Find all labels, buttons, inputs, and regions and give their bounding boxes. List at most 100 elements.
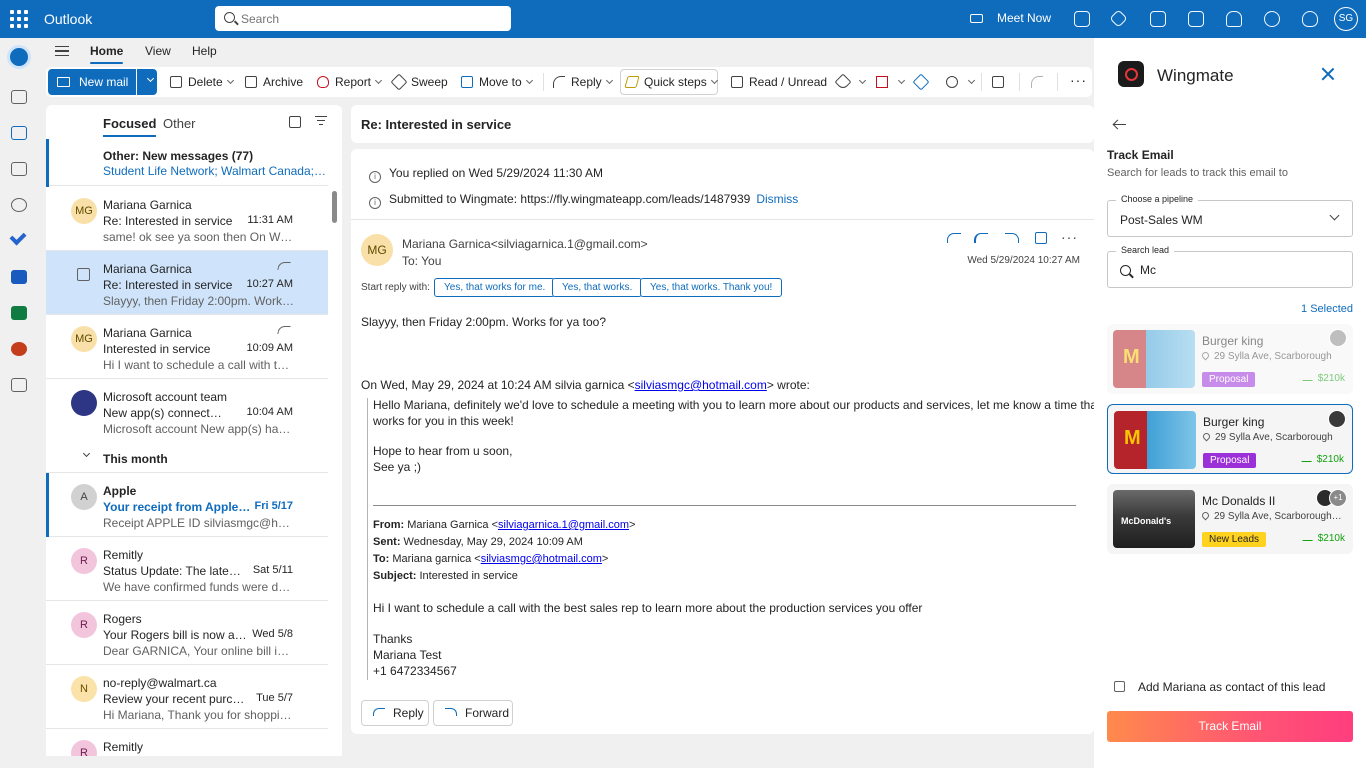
outlook-logo-icon[interactable] — [7, 45, 31, 69]
reply-button[interactable]: Reply — [361, 700, 429, 726]
avatar: MG — [71, 326, 97, 352]
new-mail-button[interactable]: New mail — [48, 69, 136, 95]
list-item[interactable]: N no-reply@walmart.ca Review your recent… — [46, 665, 328, 729]
new-mail-dropdown[interactable] — [137, 69, 157, 95]
reply-icon[interactable] — [947, 233, 961, 243]
diamond-icon[interactable] — [1109, 9, 1128, 28]
email-link[interactable]: silviasmgc@hotmail.com — [481, 553, 602, 565]
read-unread-button[interactable]: Read / Unread — [731, 75, 827, 89]
list-scrollbar[interactable] — [332, 191, 337, 223]
app-name[interactable]: Outlook — [44, 11, 92, 27]
word-app-icon[interactable] — [11, 270, 27, 284]
checkbox[interactable] — [1114, 681, 1125, 692]
archive-button[interactable]: Archive — [245, 75, 303, 89]
suggested-reply-2[interactable]: Yes, that works. — [552, 278, 643, 297]
quick-steps-label[interactable]: Quick steps — [624, 75, 718, 89]
teams-icon[interactable] — [1074, 11, 1090, 27]
suggested-reply-3[interactable]: Yes, that works. Thank you! — [640, 278, 783, 297]
reply-all-icon[interactable] — [974, 233, 988, 243]
list-item[interactable]: R Remitly — [46, 729, 328, 756]
avatar: A — [71, 484, 97, 510]
tab-other[interactable]: Other — [163, 116, 196, 131]
notes-icon[interactable] — [1188, 11, 1204, 27]
owner-avatar — [1328, 410, 1346, 428]
excel-app-icon[interactable] — [11, 306, 27, 320]
message-actions: ··· — [947, 230, 1077, 248]
move-to-button[interactable]: Move to — [461, 75, 533, 89]
email-link[interactable]: silviasmgc@hotmail.com — [635, 378, 767, 392]
report-button[interactable]: Report — [317, 75, 383, 89]
todo-check-icon[interactable] — [9, 228, 27, 246]
chevron-down-icon — [1329, 210, 1340, 221]
compose-icon[interactable] — [11, 90, 27, 104]
forward-button[interactable]: Forward — [433, 700, 513, 726]
more-options-icon[interactable]: ··· — [1061, 230, 1077, 244]
word-icon[interactable] — [1150, 11, 1166, 27]
lead-card-selected[interactable]: Burger king 29 Sylla Ave, Scarborough Pr… — [1107, 404, 1353, 474]
print-button[interactable] — [992, 75, 1010, 89]
lead-search-input[interactable] — [1140, 262, 1320, 278]
list-item[interactable]: R Rogers Your Rogers bill is now avai...… — [46, 601, 328, 665]
pin-button[interactable] — [912, 73, 933, 91]
chevron-down-icon — [967, 76, 976, 85]
email-link[interactable]: silviagarnica.1@gmail.com — [498, 519, 629, 531]
app-launcher-icon[interactable] — [10, 10, 28, 28]
list-item[interactable]: Microsoft account team New app(s) connec… — [46, 379, 328, 443]
list-item[interactable]: Mariana Garnica Re: Interested in servic… — [46, 251, 328, 315]
lead-search-field[interactable]: Search lead — [1107, 245, 1353, 288]
list-item[interactable]: R Remitly Status Update: The latest o...… — [46, 537, 328, 601]
filter-icon[interactable] — [315, 116, 327, 126]
suggested-reply-1[interactable]: Yes, that works for me. — [434, 278, 556, 297]
flag-button[interactable] — [876, 75, 906, 89]
menu-hamburger-icon[interactable] — [55, 46, 69, 56]
lead-card[interactable]: Mc Donalds II 29 Sylla Ave, Scarborough … — [1107, 484, 1353, 554]
group-header[interactable]: This month — [46, 441, 328, 473]
other-inbox-notice[interactable]: Other: New messages (77) Student Life Ne… — [46, 139, 329, 203]
replied-info: i You replied on Wed 5/29/2024 11:30 AM — [369, 166, 603, 183]
close-icon[interactable] — [1320, 66, 1336, 82]
list-item[interactable]: A Apple Your receipt from Apple / V... F… — [46, 473, 328, 537]
tab-home[interactable]: Home — [90, 44, 124, 64]
people-icon[interactable] — [11, 198, 27, 212]
snooze-button[interactable] — [946, 75, 976, 89]
broom-icon — [390, 73, 408, 91]
search-input[interactable] — [241, 10, 501, 27]
back-arrow-icon[interactable] — [1113, 120, 1127, 130]
powerpoint-app-icon[interactable] — [11, 342, 27, 356]
delete-button[interactable]: Delete — [170, 75, 234, 89]
tab-view[interactable]: View — [145, 44, 171, 58]
calendar-icon[interactable] — [11, 162, 27, 176]
pipeline-select[interactable]: Choose a pipeline Post-Sales WM — [1107, 194, 1353, 237]
sender-address[interactable]: Mariana Garnica<silviagarnica.1@gmail.co… — [402, 237, 648, 251]
add-contact-option[interactable]: Add Mariana as contact of this lead — [1114, 680, 1325, 694]
more-options-icon[interactable]: ··· — [1070, 72, 1087, 88]
trash-icon — [170, 76, 182, 88]
info-icon: i — [369, 197, 381, 209]
list-item[interactable]: MG Mariana Garnica Re: Interested in ser… — [46, 187, 328, 251]
track-email-button[interactable]: Track Email — [1107, 711, 1353, 742]
dismiss-link[interactable]: Dismiss — [756, 192, 798, 206]
forward-icon — [445, 708, 457, 716]
app-rail — [0, 38, 38, 768]
more-apps-icon[interactable] — [11, 378, 27, 392]
reply-button[interactable]: Reply — [553, 75, 613, 89]
search-box[interactable] — [215, 6, 511, 31]
list-item[interactable]: MG Mariana Garnica Interested in service… — [46, 315, 328, 379]
lead-card[interactable]: Burger king 29 Sylla Ave, Scarborough Pr… — [1107, 324, 1353, 394]
undo-button[interactable] — [1031, 75, 1049, 89]
tab-help[interactable]: Help — [192, 44, 217, 58]
sweep-button[interactable]: Sweep — [390, 73, 448, 91]
tab-focused[interactable]: Focused — [103, 116, 157, 137]
forward-icon[interactable] — [1005, 233, 1019, 243]
select-checkbox[interactable] — [77, 268, 90, 281]
mail-icon[interactable] — [11, 126, 27, 140]
apps-grid-icon[interactable] — [1035, 232, 1047, 244]
bell-icon[interactable] — [1226, 11, 1242, 27]
user-avatar[interactable]: SG — [1334, 7, 1358, 31]
gear-icon[interactable] — [1264, 11, 1280, 27]
select-mode-icon[interactable] — [289, 116, 301, 128]
message-body: Slayyy, then Friday 2:00pm. Works for ya… — [361, 315, 606, 329]
tag-button[interactable] — [834, 73, 867, 91]
meet-now-button[interactable]: Meet Now — [970, 11, 1051, 25]
lightbulb-icon[interactable] — [1302, 11, 1318, 27]
